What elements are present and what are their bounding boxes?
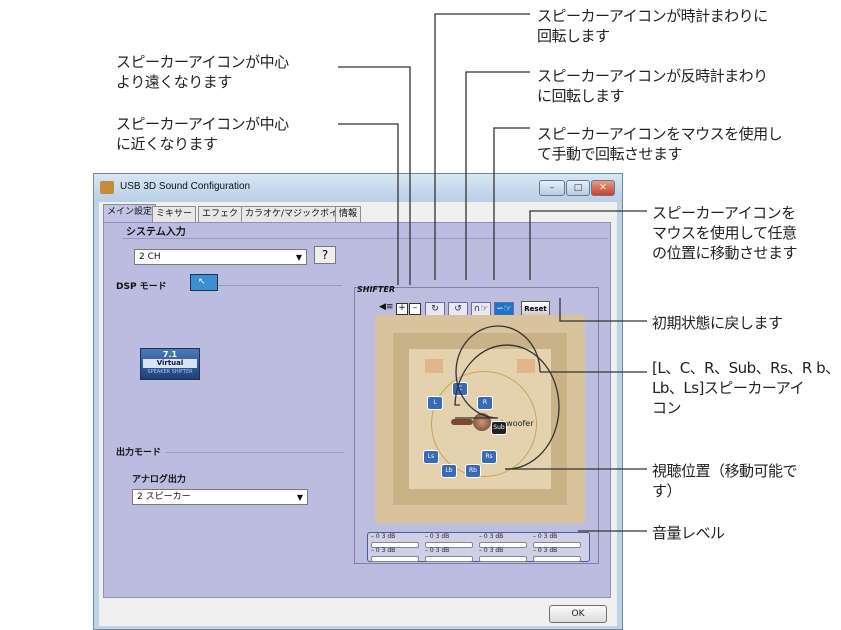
speaker-ring-outline bbox=[455, 325, 541, 419]
leader-line bbox=[493, 127, 530, 280]
leader-lines bbox=[338, 13, 647, 532]
leader-line bbox=[529, 210, 647, 280]
leader-line bbox=[434, 13, 530, 280]
leader-line bbox=[338, 123, 399, 285]
leader-line bbox=[559, 298, 647, 322]
leader-line bbox=[465, 71, 530, 280]
leader-line bbox=[338, 66, 411, 285]
